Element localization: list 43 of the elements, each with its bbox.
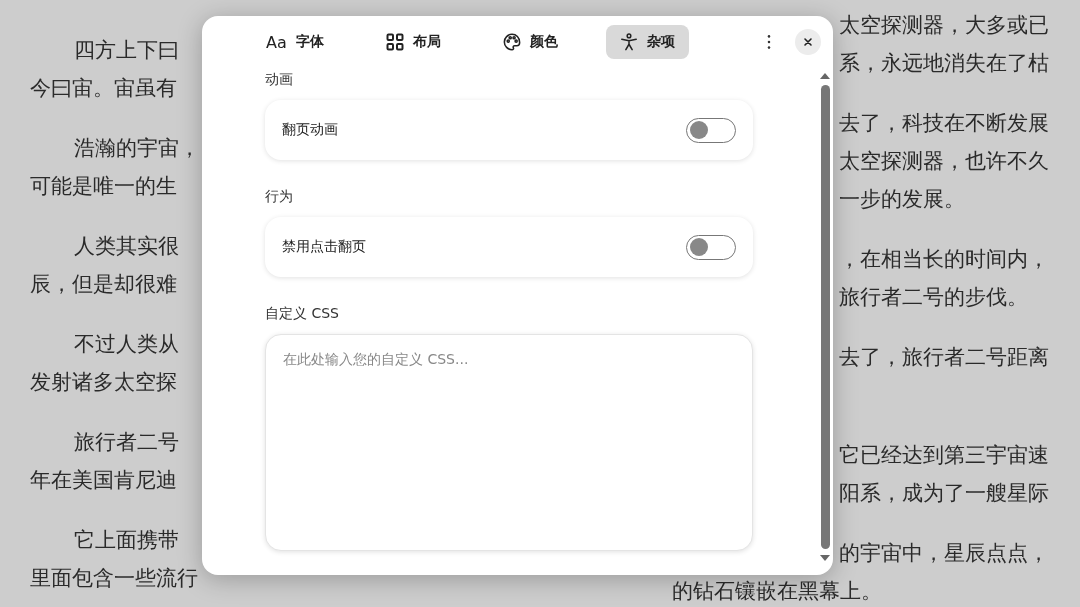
settings-tab[interactable]: 杂项: [605, 25, 689, 59]
setting-label: 禁用点击翻页: [282, 238, 366, 256]
book-text-line: 四方上下曰: [74, 37, 179, 64]
section-heading: 自定义 CSS: [265, 304, 340, 323]
book-text-line: 发射诸多太空探: [30, 369, 177, 396]
book-text-line: 今曰宙。宙虽有: [30, 75, 177, 102]
toggle-switch[interactable]: [686, 234, 736, 260]
close-button[interactable]: [795, 29, 821, 55]
book-text-line: ，在相当长的时间内，: [839, 246, 1049, 273]
grid-icon: [385, 33, 404, 51]
more-icon[interactable]: [766, 34, 772, 50]
section-heading: 行为: [265, 187, 294, 206]
book-text-line: 的钻石镶嵌在黑幕上。: [672, 578, 882, 605]
book-text-line: 它已经达到第三宇宙速: [839, 442, 1049, 469]
book-text-line: 不过人类从: [74, 331, 179, 358]
book-text-line: 辰，但是却很难: [30, 271, 177, 298]
book-text-line: 里面包含一些流行: [30, 565, 198, 592]
font-icon: Aa: [266, 32, 287, 52]
setting-label: 翻页动画: [282, 121, 338, 139]
settings-tab[interactable]: 颜色: [488, 25, 572, 59]
book-text-line: 可能是唯一的生: [30, 173, 177, 200]
settings-tab[interactable]: Aa 字体: [252, 25, 338, 59]
book-text-line: 一步的发展。: [839, 186, 965, 213]
person-icon: [619, 33, 638, 51]
close-icon: [803, 37, 813, 47]
book-text-line: 太空探测器，也许不久: [839, 148, 1049, 175]
book-text-line: 阳系，成为了一艘星际: [839, 480, 1049, 507]
book-text-line: 的宇宙中，星辰点点，: [839, 540, 1049, 567]
settings-tab[interactable]: 布局: [371, 25, 455, 59]
toggle-switch[interactable]: [686, 117, 736, 143]
book-text-line: 人类其实很: [74, 233, 179, 260]
book-text-line: 浩瀚的宇宙，: [74, 135, 200, 162]
css-input-field[interactable]: 在此处输入您的自定义 CSS...: [265, 334, 753, 551]
book-text-line: 太空探测器，大多或已: [839, 12, 1049, 39]
book-text-line: 系，永远地消失在了枯: [839, 50, 1049, 77]
book-text-line: 去了，科技在不断发展: [839, 110, 1049, 137]
section-heading: 动画: [265, 70, 294, 89]
palette-icon: [502, 33, 521, 51]
book-text-line: 旅行者二号: [74, 429, 179, 456]
book-text-line: 它上面携带: [74, 527, 179, 554]
book-text-line: 去了，旅行者二号距离: [839, 344, 1049, 371]
book-text-line: 旅行者二号的步伐。: [839, 284, 1028, 311]
book-text-line: 年在美国肯尼迪: [30, 467, 177, 494]
